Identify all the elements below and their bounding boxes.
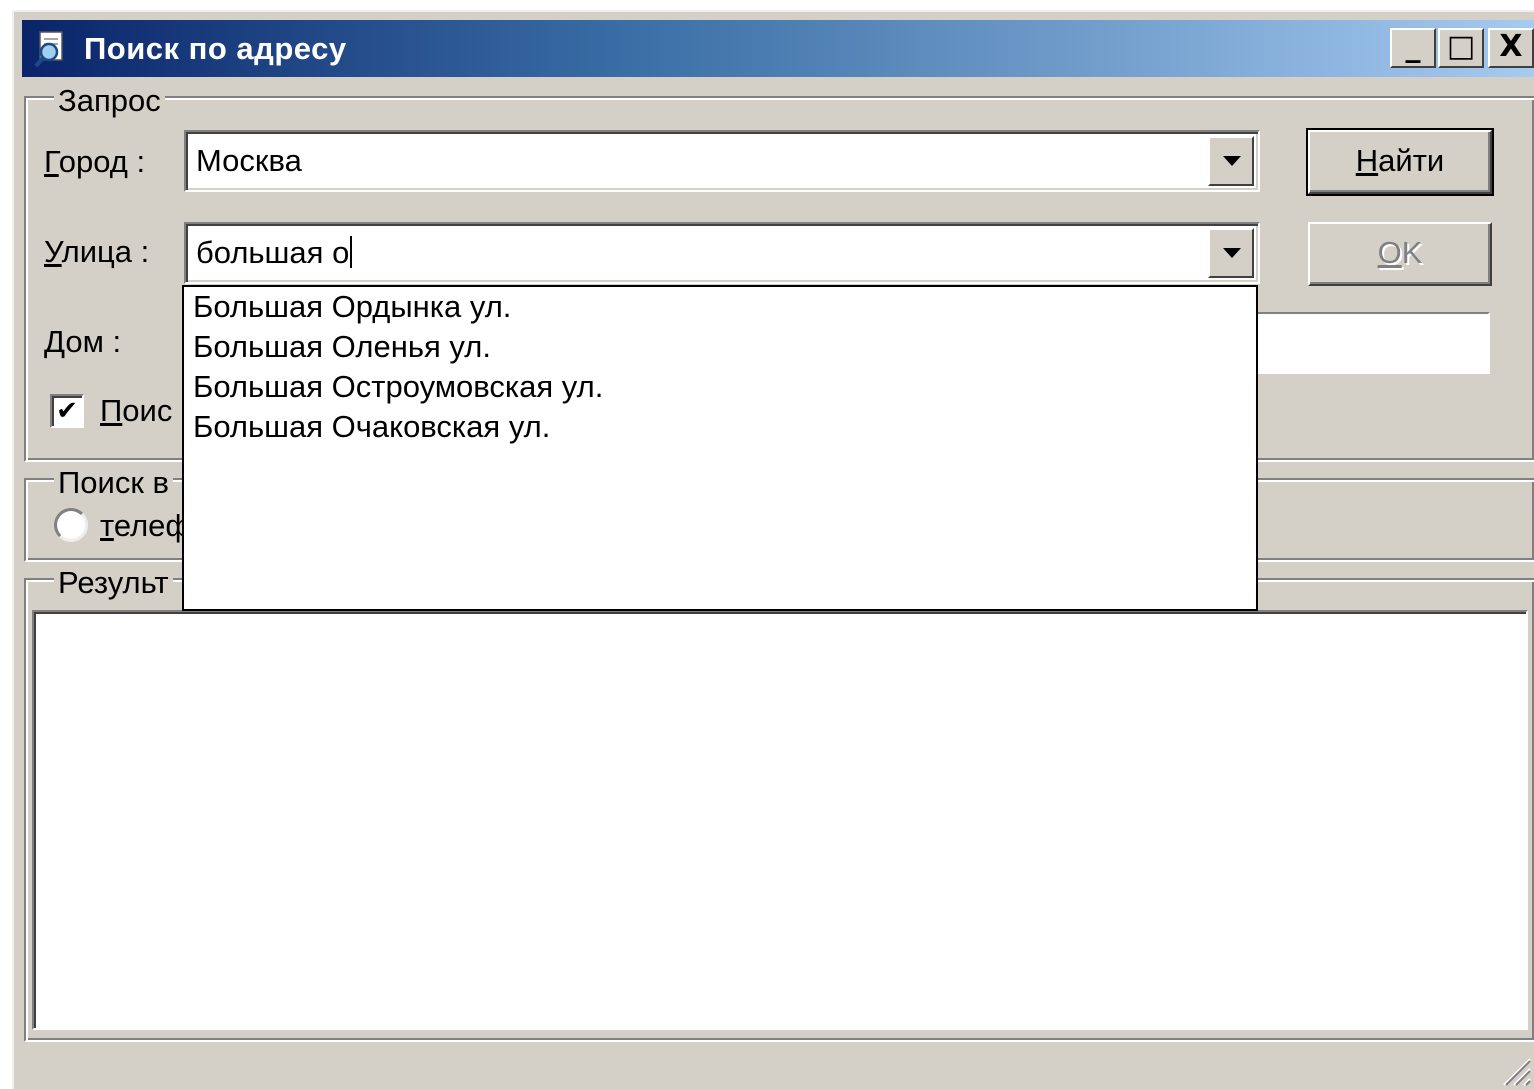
street-dropdown-button[interactable] — [1208, 228, 1254, 278]
maximize-icon: □ — [1446, 29, 1476, 64]
results-list[interactable] — [32, 610, 1528, 1030]
search-document-icon — [34, 31, 63, 68]
city-combobox[interactable]: Москва — [184, 130, 1260, 192]
close-button[interactable]: X — [1488, 28, 1534, 68]
ok-button[interactable]: OK — [1308, 222, 1492, 286]
street-suggestions-list[interactable]: Большая Ордынка ул. Большая Оленья ул. Б… — [182, 285, 1258, 611]
close-icon: X — [1499, 29, 1523, 64]
query-group-legend: Запрос — [54, 84, 165, 118]
city-dropdown-button[interactable] — [1208, 136, 1254, 186]
search-option-checkbox[interactable]: ✔ — [50, 394, 84, 428]
find-button[interactable]: Найти — [1306, 128, 1494, 196]
city-label: Город : — [44, 144, 146, 179]
list-item[interactable]: Большая Ордынка ул. — [184, 287, 1256, 327]
list-item[interactable]: Большая Очаковская ул. — [184, 407, 1256, 447]
street-combobox[interactable]: большая о — [184, 222, 1260, 284]
street-label: Улица : — [44, 234, 150, 269]
text-cursor — [350, 236, 353, 268]
chevron-down-icon — [1223, 156, 1241, 166]
results-group-legend: Результ — [54, 566, 173, 600]
minimize-button[interactable]: _ — [1390, 28, 1436, 68]
maximize-button[interactable]: □ — [1438, 28, 1484, 68]
title-bar[interactable]: Поиск по адресу _ □ X — [22, 20, 1534, 77]
minimize-icon: _ — [1405, 29, 1421, 64]
phone-radio[interactable] — [54, 508, 88, 542]
chevron-down-icon — [1223, 248, 1241, 258]
list-item[interactable]: Большая Остроумовская ул. — [184, 367, 1256, 407]
search-option-label[interactable]: Поис — [100, 393, 172, 429]
search-in-group-legend: Поиск в — [54, 466, 173, 500]
checkmark-icon: ✔ — [56, 395, 78, 425]
phone-radio-label[interactable]: телеф — [100, 508, 191, 544]
street-input[interactable]: большая о — [196, 234, 353, 272]
window-title: Поиск по адресу — [84, 31, 347, 66]
list-item[interactable]: Большая Оленья ул. — [184, 327, 1256, 367]
resize-grip-icon[interactable] — [1496, 1051, 1532, 1087]
house-label: Дом : — [44, 324, 122, 359]
city-value: Москва — [196, 143, 302, 178]
